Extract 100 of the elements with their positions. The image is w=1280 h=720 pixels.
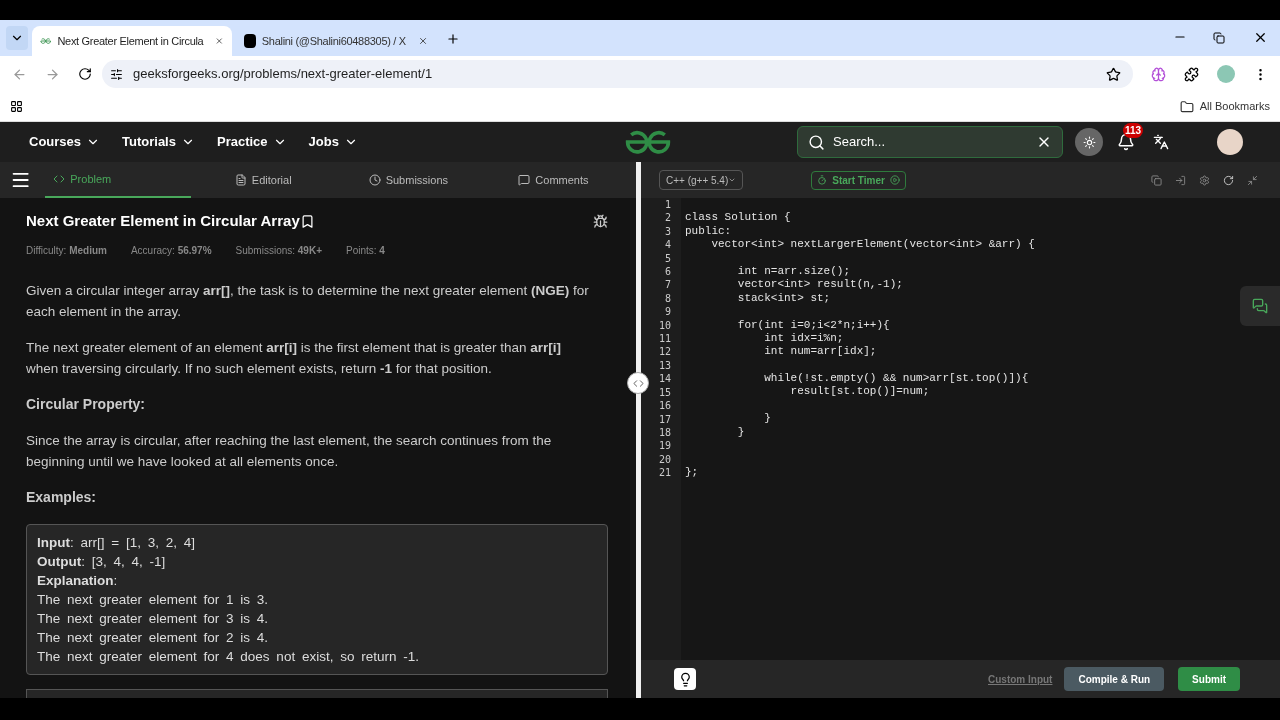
code-line: vector<int> nextLargerElement(vector<int> &arr) { (710, 238, 1035, 252)
address-bar[interactable]: geeksforgeeks.org/problems/next-greater-element/1 (102, 60, 1133, 88)
site-info-icon[interactable] (110, 67, 123, 81)
example-line: The next greater element for 1 is 3. (37, 590, 270, 609)
line-number: 11 (657, 332, 672, 346)
nav-menu[interactable]: Courses (29, 132, 101, 152)
nav-menu[interactable]: Tutorials (122, 132, 195, 152)
panel-tab[interactable]: Editorial (190, 162, 336, 198)
line-number: 20 (657, 452, 672, 467)
search-field[interactable]: Search... (797, 126, 1063, 158)
import-icon[interactable] (1175, 174, 1186, 186)
panel-tab[interactable]: Submissions (335, 162, 481, 198)
star-icon[interactable] (1106, 66, 1121, 82)
extensions-icon[interactable] (1184, 66, 1199, 82)
line-number: 15 (657, 385, 672, 400)
start-timer-button[interactable]: Start Timer (811, 170, 906, 190)
theme-toggle[interactable] (1075, 128, 1103, 156)
code-line: while(!st.empty() && num>arr[st.top()]){ (763, 372, 1029, 386)
example-line: The next greater element for 2 is 4. (37, 628, 270, 647)
restore-icon[interactable] (1213, 32, 1225, 44)
line-number: 10 (657, 318, 672, 333)
apps-icon[interactable] (10, 100, 23, 113)
code-line: int n=arr.size(); (736, 264, 851, 279)
settings-icon[interactable] (1199, 174, 1210, 186)
close-icon[interactable] (1253, 30, 1268, 45)
code-line: public: (685, 224, 732, 239)
submit-button[interactable]: Submit (1178, 667, 1240, 691)
code-line: } (736, 425, 745, 440)
logo-icon[interactable] (40, 36, 52, 46)
panel-tab[interactable]: Problem (45, 162, 191, 198)
example-line: The next greater element for 4 does not exist, so return -1. (37, 647, 420, 666)
description-paragraph: Since the array is circular, after reaching the last element, the search continues from the beginning until we have looked at all elements once. (26, 431, 553, 471)
section-heading: Examples: (26, 487, 98, 507)
meta-text: Difficulty: Medium (26, 243, 107, 258)
line-number: 9 (663, 305, 672, 319)
panel-tab[interactable]: Comments (480, 162, 626, 198)
line-number: 1 (663, 198, 672, 212)
line-number: 12 (657, 345, 672, 359)
new-tab-icon[interactable] (446, 32, 460, 46)
code-line: int num=arr[idx]; (763, 345, 877, 359)
bell-icon[interactable] (1117, 133, 1135, 151)
example-line: Input: arr[] = [1, 3, 2, 4] (37, 533, 196, 552)
reset-icon[interactable] (1223, 174, 1234, 186)
code-icon (53, 173, 66, 185)
meta-text: Submissions: 49K+ (235, 243, 322, 258)
example-line: Output: [3, 4, 4, -1] (37, 552, 167, 571)
nav-menu[interactable]: Practice (216, 132, 287, 152)
translate-icon[interactable] (1153, 134, 1169, 150)
chevron-down-icon (728, 176, 737, 184)
timer-icon (817, 175, 828, 185)
search-icon (808, 133, 825, 151)
url-text: geeksforgeeks.org/problems/next-greater-element/1 (133, 65, 433, 84)
code-line: } (763, 412, 771, 426)
compile-run-button[interactable]: Compile & Run (1064, 667, 1165, 691)
folder-icon (1179, 99, 1194, 114)
reload-icon[interactable] (78, 67, 92, 81)
forward-icon[interactable] (45, 66, 60, 82)
browser-tab[interactable]: Next Greater Element in Circula (32, 26, 232, 56)
back-icon[interactable] (12, 66, 27, 82)
copy-icon[interactable] (1151, 174, 1162, 186)
description-paragraph: The next greater element of an element arr[i] is the first element that is greater than arr[i] when traversing circularly. If no such element exists, return -1 for that position. (26, 338, 563, 378)
code-icon (632, 377, 644, 389)
line-number: 19 (657, 439, 672, 453)
bug-icon[interactable] (593, 213, 608, 229)
chat-button[interactable] (1240, 286, 1280, 326)
clock-icon (368, 174, 381, 186)
line-number: 17 (657, 412, 672, 426)
brain-icon[interactable] (1151, 66, 1166, 82)
doc-icon (234, 174, 247, 186)
search-input[interactable]: Search... (833, 132, 1028, 152)
code-line: for(int i=0;i<2*n;i++){ (736, 318, 890, 332)
notification-badge: 113 (1123, 123, 1144, 138)
bookmark-icon[interactable] (299, 213, 315, 229)
code-line: stack<int> st; (736, 291, 831, 306)
meta-text: Points: 4 (346, 243, 385, 258)
language-select[interactable]: C++ (g++ 5.4) (659, 170, 744, 190)
bookmarks-button[interactable]: All Bookmarks (1179, 98, 1270, 115)
code-line: vector<int> result(n,-1); (736, 278, 903, 292)
line-number: 14 (657, 372, 672, 386)
line-number: 4 (663, 238, 672, 252)
fullscreen-icon[interactable] (1247, 174, 1258, 186)
play-icon (889, 175, 900, 185)
line-number: 16 (657, 399, 672, 413)
code-line: int idx=i%n; (763, 331, 844, 346)
browser-tab[interactable]: Shalini (@Shalini60488305) / X (236, 26, 436, 56)
example-line: The next greater element for 3 is 4. (37, 609, 270, 628)
example-line: Explanation: (37, 571, 119, 590)
user-avatar[interactable] (1217, 129, 1243, 155)
line-number: 3 (663, 224, 672, 239)
line-number: 7 (663, 278, 672, 292)
meta-text: Accuracy: 56.97% (130, 243, 212, 258)
tab-title: Next Greater Element in Circula (57, 33, 204, 49)
line-number: 13 (657, 358, 672, 373)
tab-title: Shalini (@Shalini60488305) / X (261, 33, 406, 49)
section-heading: Circular Property: (26, 394, 147, 414)
hint-button[interactable] (674, 668, 696, 690)
tab-list-button[interactable] (6, 26, 28, 50)
line-number: 5 (663, 251, 672, 266)
nav-menu[interactable]: Jobs (308, 132, 358, 152)
sun-icon (1082, 135, 1096, 149)
